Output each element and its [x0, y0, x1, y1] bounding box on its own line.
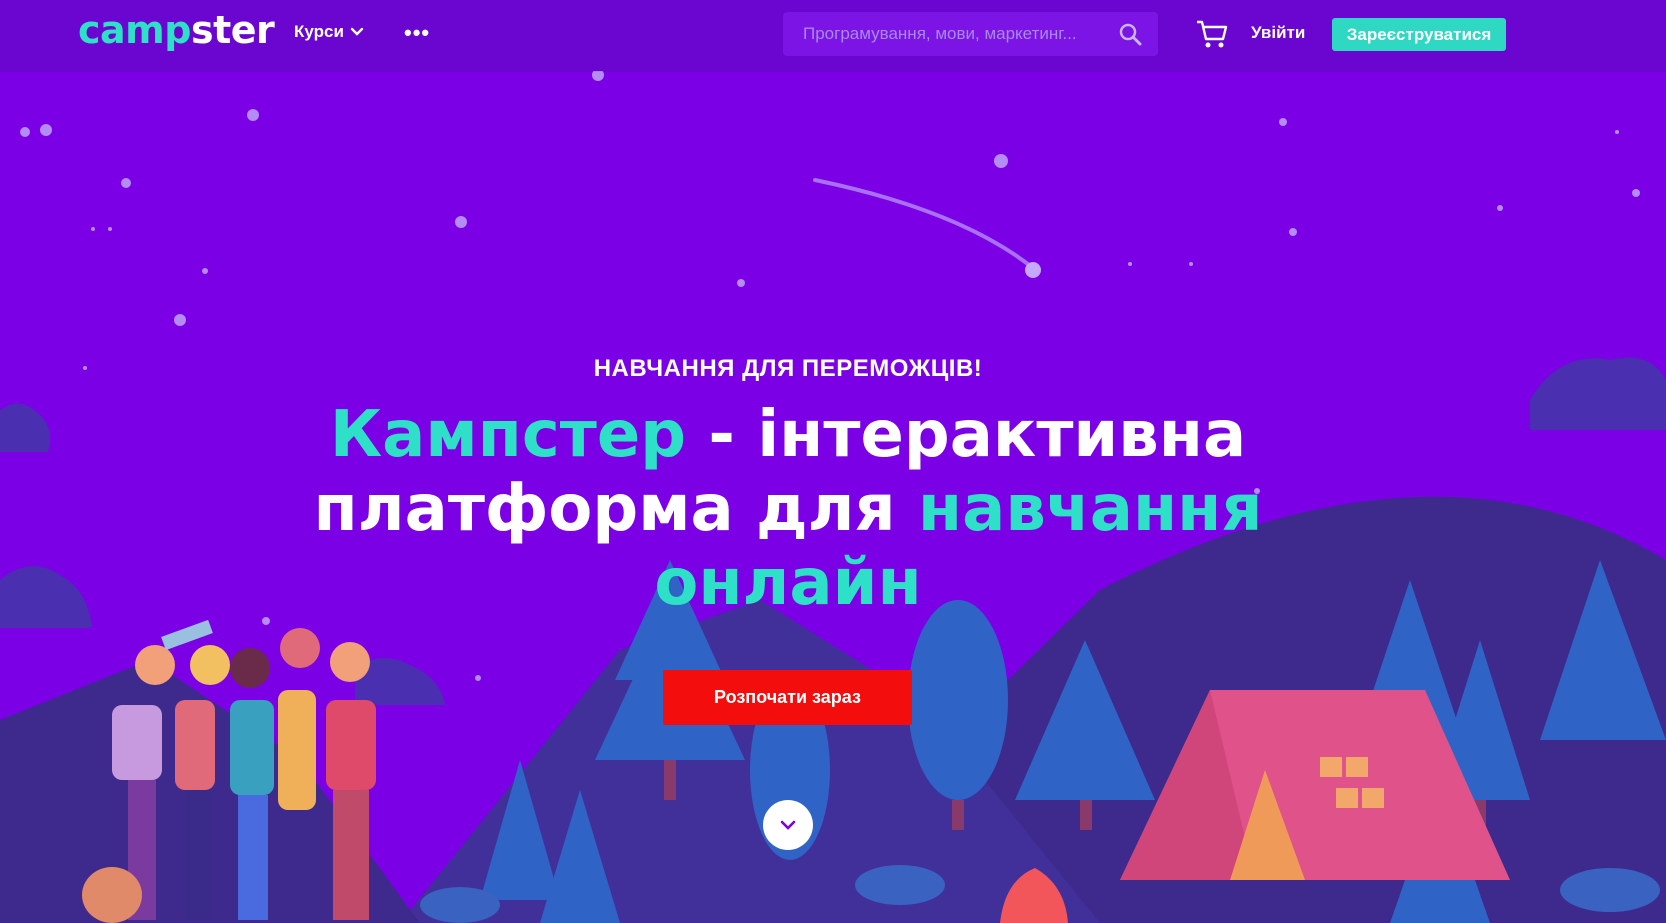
- scroll-down-icon: [780, 820, 796, 830]
- top-nav-bar: campster Курси ••• Увійти Зареєструватис…: [0, 0, 1666, 71]
- logo-text-ster: ster: [190, 8, 275, 52]
- scroll-down-button[interactable]: [763, 800, 813, 850]
- search-input[interactable]: [783, 12, 1103, 56]
- hero-title: Кампстер - інтерактивна платформа для на…: [300, 398, 1276, 620]
- logo-text-camp: camp: [78, 8, 191, 52]
- search-bar: [783, 12, 1158, 56]
- register-button[interactable]: Зареєструватися: [1332, 18, 1506, 51]
- courses-menu-label: Курси: [294, 22, 344, 41]
- login-link[interactable]: Увійти: [1251, 23, 1305, 43]
- hero-title-brand: Кампстер: [329, 398, 687, 472]
- search-icon[interactable]: [1118, 22, 1142, 46]
- start-now-button[interactable]: Розпочати зараз: [663, 670, 912, 725]
- cart-icon[interactable]: [1195, 18, 1229, 50]
- campster-logo[interactable]: campster: [78, 8, 275, 52]
- hero-eyebrow: НАВЧАННЯ ДЛЯ ПЕРЕМОЖЦІВ!: [593, 355, 983, 382]
- more-menu-button[interactable]: •••: [404, 20, 430, 46]
- chevron-down-icon: [350, 27, 364, 36]
- courses-menu[interactable]: Курси: [294, 22, 364, 42]
